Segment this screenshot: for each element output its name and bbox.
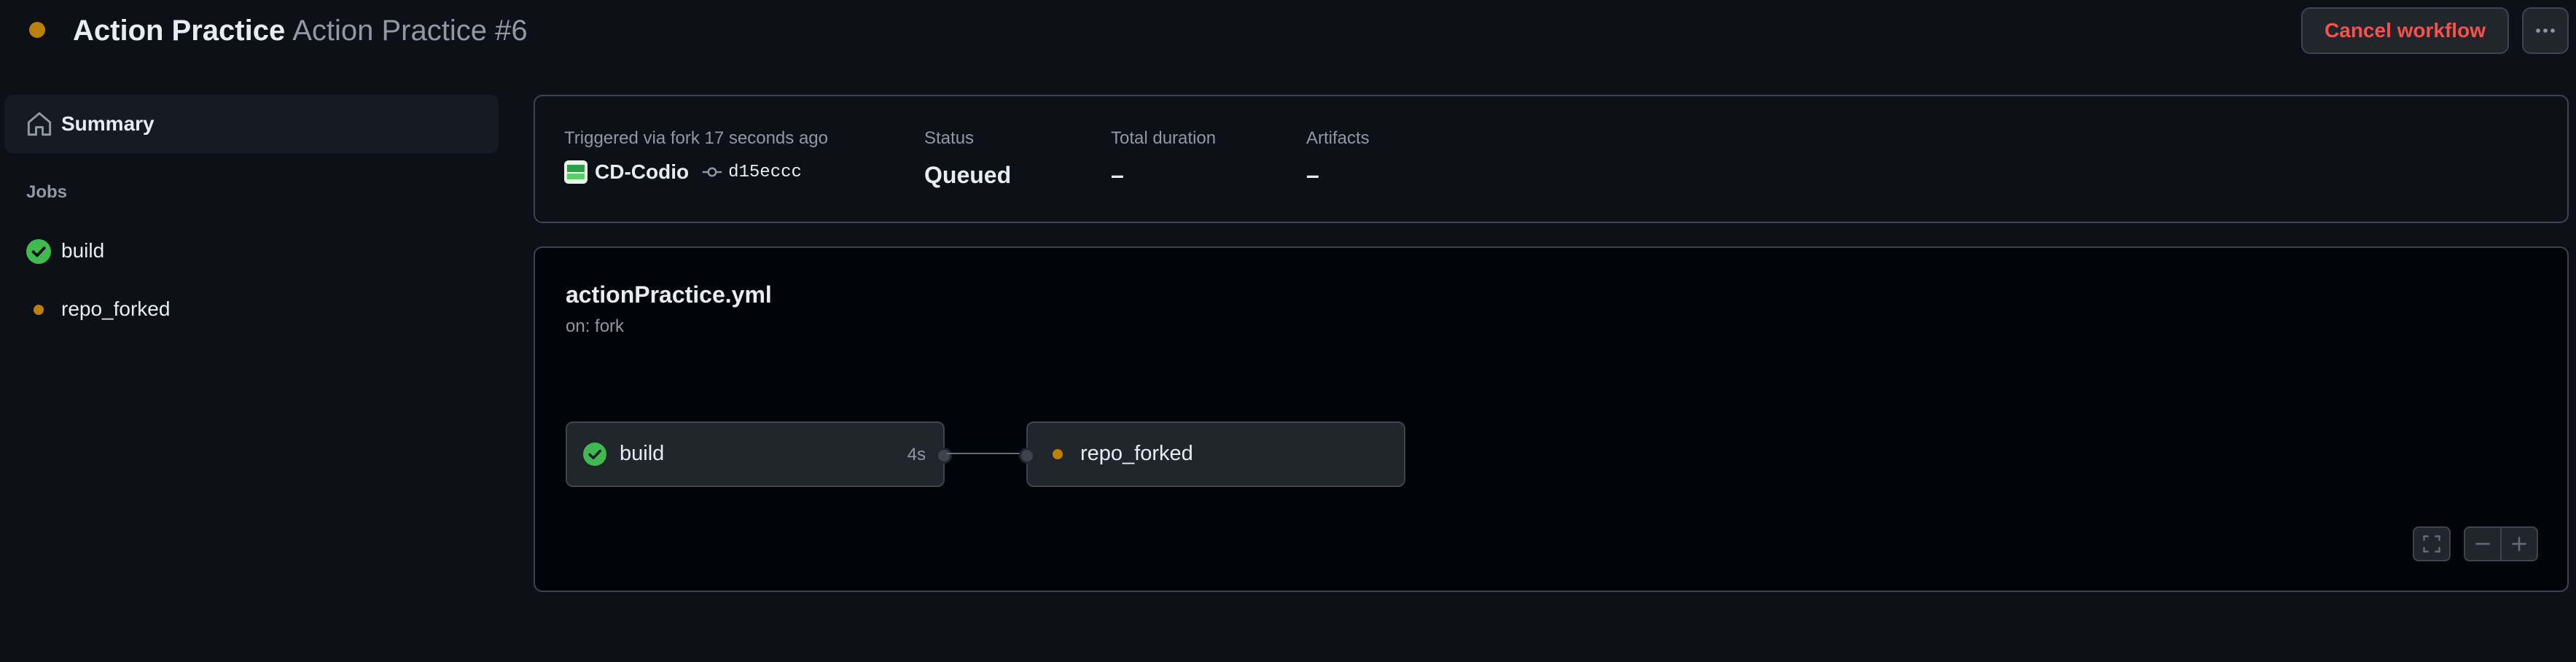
trigger-text: Triggered via fork 17 seconds ago [564, 128, 828, 148]
graph-job-label: repo_forked [1080, 442, 1193, 465]
trigger-info: Triggered via fork 17 seconds ago CD-Cod… [564, 128, 828, 184]
input-port [1019, 448, 1035, 464]
status-label: Status [924, 128, 975, 148]
sidebar-job-label: build [61, 239, 105, 262]
workflow-trigger: on: fork [566, 316, 625, 336]
sidebar-item-summary[interactable]: Summary [4, 95, 499, 153]
graph-job-repo-forked[interactable]: repo_forked [1019, 421, 1405, 487]
sidebar-job-label: repo_forked [61, 297, 171, 320]
artifacts-value: – [1306, 162, 1319, 188]
actor-link[interactable]: CD-Codio [595, 160, 689, 184]
git-commit-icon [702, 167, 722, 177]
fullscreen-button[interactable] [2413, 526, 2451, 561]
job-connector [947, 453, 1027, 454]
zoom-in-button[interactable] [2500, 526, 2538, 561]
minus-icon [2475, 542, 2490, 545]
status-value: Queued [924, 162, 1012, 188]
run-header: Action Practice Action Practice #6 Cancel… [0, 0, 2576, 66]
output-port [936, 448, 952, 464]
workflow-graph-panel: actionPractice.yml on: fork build 4s rep… [534, 246, 2569, 592]
duration-label: Total duration [1111, 128, 1217, 148]
page-title: Action Practice Action Practice #6 [73, 10, 528, 51]
duration-info: Total duration – [1111, 128, 1216, 189]
sidebar-item-label: Summary [61, 112, 155, 135]
graph-job-duration: 4s [907, 445, 926, 464]
artifacts-label: Artifacts [1306, 128, 1370, 148]
check-circle-icon [26, 239, 51, 264]
plus-icon [2512, 537, 2526, 551]
sidebar-item-job-build[interactable]: build [4, 226, 499, 277]
commit-link[interactable]: d15eccc [728, 163, 802, 182]
kebab-horizontal-icon [2536, 28, 2555, 33]
sidebar-item-job-repo-forked[interactable]: repo_forked [4, 284, 499, 335]
queued-status-icon [29, 22, 45, 38]
avatar[interactable] [564, 160, 588, 184]
status-info: Status Queued [924, 128, 1011, 189]
queued-dot-icon [1053, 449, 1063, 459]
artifacts-info: Artifacts – [1306, 128, 1370, 189]
run-title: Action Practice #6 [292, 15, 528, 47]
zoom-out-button[interactable] [2464, 526, 2502, 561]
graph-job-build[interactable]: build 4s [566, 421, 952, 487]
fullscreen-icon [2423, 535, 2440, 553]
graph-job-label: build [620, 442, 665, 465]
more-options-button[interactable] [2522, 7, 2569, 54]
jobs-heading: Jobs [26, 182, 68, 202]
workflow-name[interactable]: Action Practice [73, 15, 285, 47]
home-icon [27, 112, 52, 136]
workflow-file-name[interactable]: actionPractice.yml [566, 281, 772, 308]
check-circle-icon [583, 443, 606, 466]
queued-dot-icon [34, 305, 44, 315]
cancel-workflow-button[interactable]: Cancel workflow [2301, 7, 2509, 54]
run-summary-panel: Triggered via fork 17 seconds ago CD-Cod… [534, 95, 2569, 223]
duration-value: – [1111, 162, 1124, 188]
